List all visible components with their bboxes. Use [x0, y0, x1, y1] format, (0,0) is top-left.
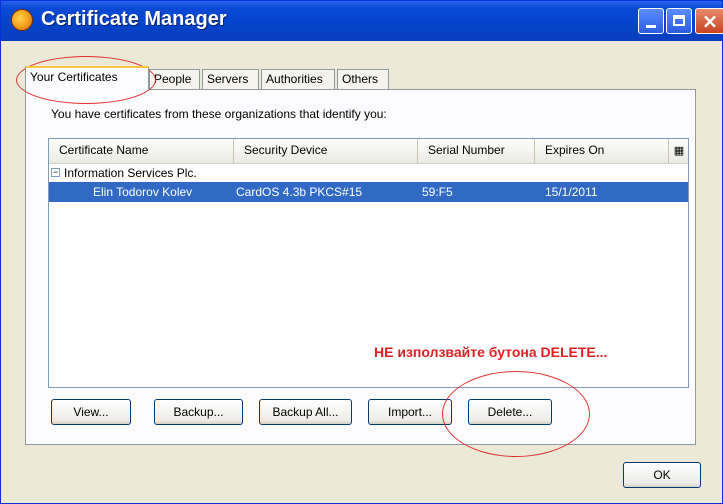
title-bar[interactable]: Certificate Manager × [1, 1, 723, 41]
close-button[interactable]: × [695, 8, 723, 34]
column-picker-icon[interactable]: ▦ [669, 139, 688, 163]
group-label: Information Services Plc. [64, 166, 197, 180]
table-header: Certificate Name Security Device Serial … [49, 139, 688, 164]
backup-button[interactable]: Backup... [154, 399, 243, 425]
cell-certificate-name: Elin Todorov Kolev [93, 185, 193, 199]
cell-expires-on: 15/1/2011 [545, 185, 598, 199]
column-serial-number[interactable]: Serial Number [418, 139, 535, 163]
tab-servers[interactable]: Servers [202, 69, 259, 89]
group-row[interactable]: − Information Services Plc. [49, 164, 688, 182]
column-expires-on[interactable]: Expires On [535, 139, 669, 163]
tab-others[interactable]: Others [337, 69, 389, 89]
firefox-icon [11, 9, 33, 31]
view-button[interactable]: View... [51, 399, 131, 425]
certificate-manager-window: Certificate Manager × Your Certificates … [0, 0, 723, 504]
close-icon: × [701, 9, 719, 33]
column-security-device[interactable]: Security Device [234, 139, 418, 163]
delete-button[interactable]: Delete... [468, 399, 552, 425]
ok-button[interactable]: OK [623, 462, 701, 488]
tab-your-certificates[interactable]: Your Certificates [25, 66, 149, 90]
table-row[interactable]: Elin Todorov Kolev CardOS 4.3b PKCS#15 5… [49, 182, 688, 202]
tab-people[interactable]: People [149, 69, 200, 89]
minimize-button[interactable] [638, 8, 664, 34]
column-certificate-name[interactable]: Certificate Name [49, 139, 234, 163]
tab-authorities[interactable]: Authorities [261, 69, 335, 89]
maximize-button[interactable] [666, 8, 692, 34]
collapse-icon[interactable]: − [51, 168, 60, 177]
window-title: Certificate Manager [41, 8, 227, 30]
backup-all-button[interactable]: Backup All... [259, 399, 352, 425]
cell-security-device: CardOS 4.3b PKCS#15 [236, 185, 363, 199]
import-button[interactable]: Import... [368, 399, 452, 425]
cell-serial-number: 59:F5 [422, 185, 453, 199]
annotation-text: НЕ използвайте бутона DELETE... [374, 344, 608, 360]
intro-text: You have certificates from these organiz… [51, 107, 387, 121]
